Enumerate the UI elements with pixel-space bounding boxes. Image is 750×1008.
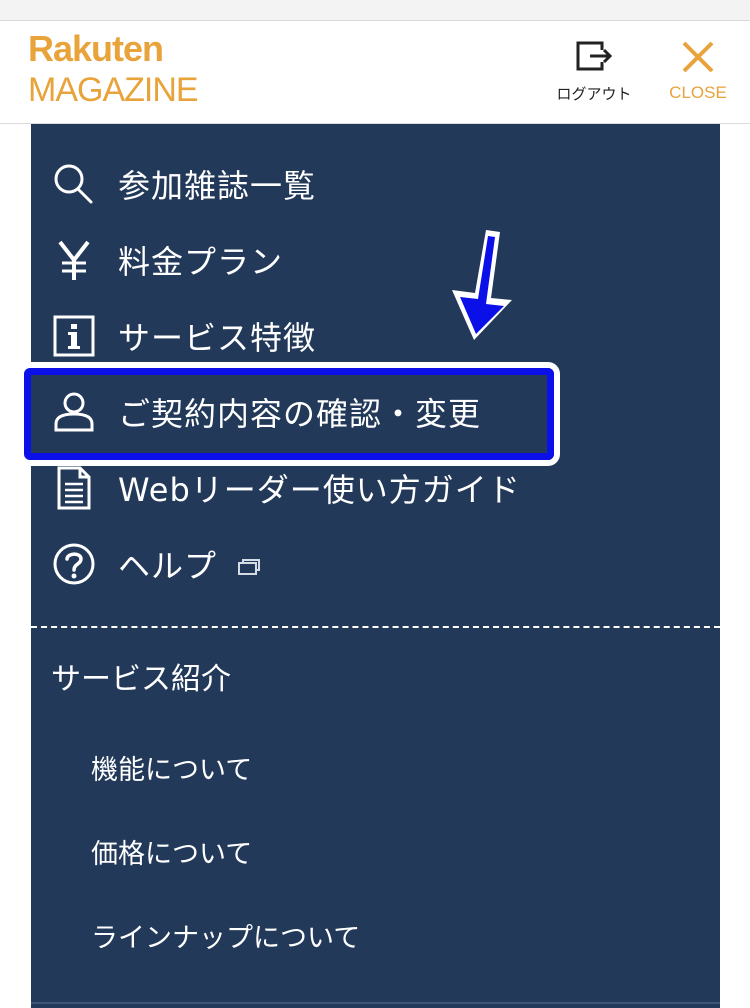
info-icon [51,313,97,359]
menu-item-pricing-plan[interactable]: 料金プラン [51,230,691,290]
menu-item-web-reader-guide[interactable]: Webリーダー使い方ガイド [51,458,691,518]
rakuten-magazine-logo[interactable]: Rakuten MAGAZINE [28,28,199,109]
close-label: CLOSE [669,83,727,102]
logo-line-2: MAGAZINE [28,71,199,109]
menu-item-label: ヘルプ [118,547,218,585]
nav-menu: 参加雑誌一覧 料金プラン サービス特徴 ご契約内容の確認・変更 Webリーダー使… [31,124,720,1008]
sub-item-pricing[interactable]: 価格について [91,832,252,871]
close-button[interactable]: CLOSE [668,37,728,103]
sub-item-lineup[interactable]: ラインナップについて [91,916,360,955]
sub-item-features[interactable]: 機能について [91,748,252,787]
menu-item-contract-details[interactable]: ご契約内容の確認・変更 [51,382,691,442]
menu-item-label: Webリーダー使い方ガイド [118,471,521,509]
document-icon [51,465,97,511]
menu-divider [31,626,720,628]
menu-item-label: 料金プラン [118,243,284,281]
menu-item-label: ご契約内容の確認・変更 [118,395,482,433]
close-icon [682,41,714,73]
menu-item-help[interactable]: ヘルプ [51,534,691,594]
logo-line-1: Rakuten [28,28,164,69]
logout-button[interactable]: ログアウト [553,37,635,104]
menu-item-service-features[interactable]: サービス特徴 [51,306,691,366]
external-link-icon [238,559,261,575]
yen-icon [51,237,97,283]
logout-icon [576,41,613,71]
help-icon [51,541,97,587]
search-icon [51,161,97,207]
section-title-service-intro: サービス紹介 [51,662,231,697]
menu-item-magazine-list[interactable]: 参加雑誌一覧 [51,154,691,214]
logout-label: ログアウト [556,85,632,103]
header: Rakuten MAGAZINE ログアウト CLOSE [0,21,750,124]
menu-bottom-line [31,1002,720,1004]
menu-item-label: サービス特徴 [118,319,317,357]
user-icon [51,389,97,435]
status-strip [0,0,750,21]
menu-item-label: 参加雑誌一覧 [118,167,317,205]
